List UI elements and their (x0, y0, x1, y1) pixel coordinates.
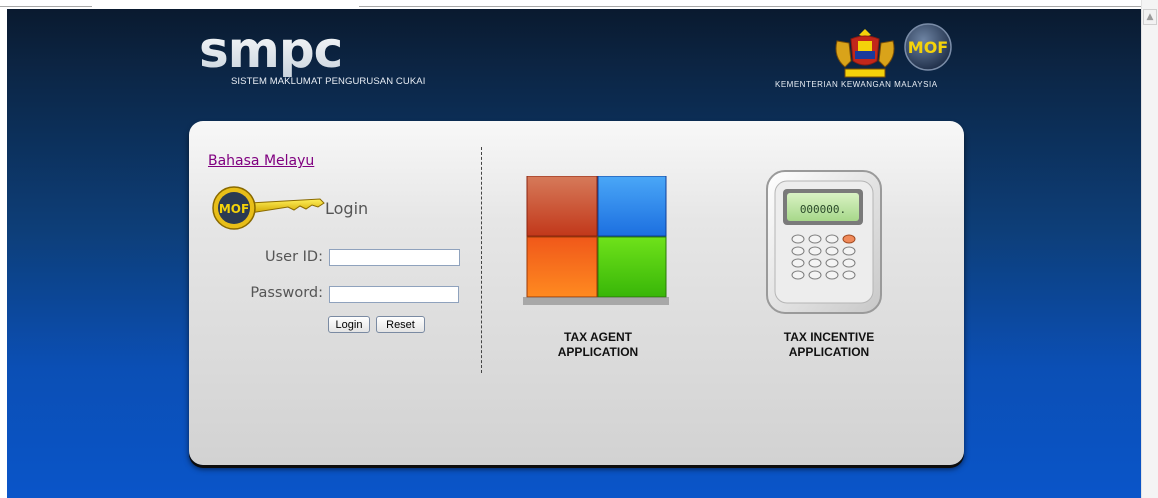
malaysia-crest-icon (835, 29, 895, 78)
tab-edge (0, 6, 92, 7)
calculator-icon: 000000. (766, 170, 882, 314)
calculator-display-text: 000000. (800, 203, 846, 216)
tax-incentive-label-line2: APPLICATION (788, 345, 870, 359)
ministry-label: KEMENTERIAN KEWANGAN MALAYSIA (775, 80, 938, 89)
vertical-scrollbar[interactable]: ▲ (1141, 0, 1158, 498)
windows-tiles-icon (523, 176, 669, 305)
mof-badge-icon: MOF (904, 23, 952, 71)
password-label: Password: (250, 285, 323, 301)
key-badge-text: MOF (219, 202, 249, 216)
password-input[interactable] (329, 286, 459, 303)
tax-agent-label-line1: TAX AGENT (564, 330, 632, 344)
login-button[interactable]: Login (328, 316, 370, 333)
user-id-label: User ID: (265, 249, 323, 265)
tax-agent-label: TAX AGENT APPLICATION (519, 330, 677, 360)
login-heading: Login (325, 199, 369, 218)
system-subtitle: SISTEM MAKLUMAT PENGURUSAN CUKAI (231, 76, 426, 87)
tax-agent-label-line2: APPLICATION (557, 345, 639, 359)
tax-agent-application-tile[interactable]: TAX AGENT APPLICATION (519, 176, 677, 366)
smpc-logo: smpc (199, 27, 343, 77)
smpc-logo-text: smpc (199, 27, 342, 77)
tab-edge (359, 6, 1141, 7)
reset-button[interactable]: Reset (376, 316, 425, 333)
key-icon: MOF (212, 186, 325, 230)
mof-badge-text: MOF (908, 38, 948, 57)
language-link-bahasa-melayu[interactable]: Bahasa Melayu (208, 153, 314, 169)
tax-incentive-label: TAX INCENTIVE APPLICATION (749, 330, 909, 360)
browser-top-strip (0, 0, 1141, 9)
tax-incentive-application-tile[interactable]: 000000. TAX INCENTIVE APPLICATION (761, 167, 897, 365)
tax-incentive-label-line1: TAX INCENTIVE (783, 330, 875, 344)
user-id-input[interactable] (329, 249, 460, 266)
page-background: smpc SISTEM MAKLUMAT PENGURUSAN CUKAI MO… (7, 9, 1141, 498)
scroll-up-arrow-icon[interactable]: ▲ (1143, 9, 1157, 25)
login-panel: Bahasa Melayu MOF Login User ID: Passwor… (189, 121, 964, 465)
panel-divider (481, 147, 482, 373)
